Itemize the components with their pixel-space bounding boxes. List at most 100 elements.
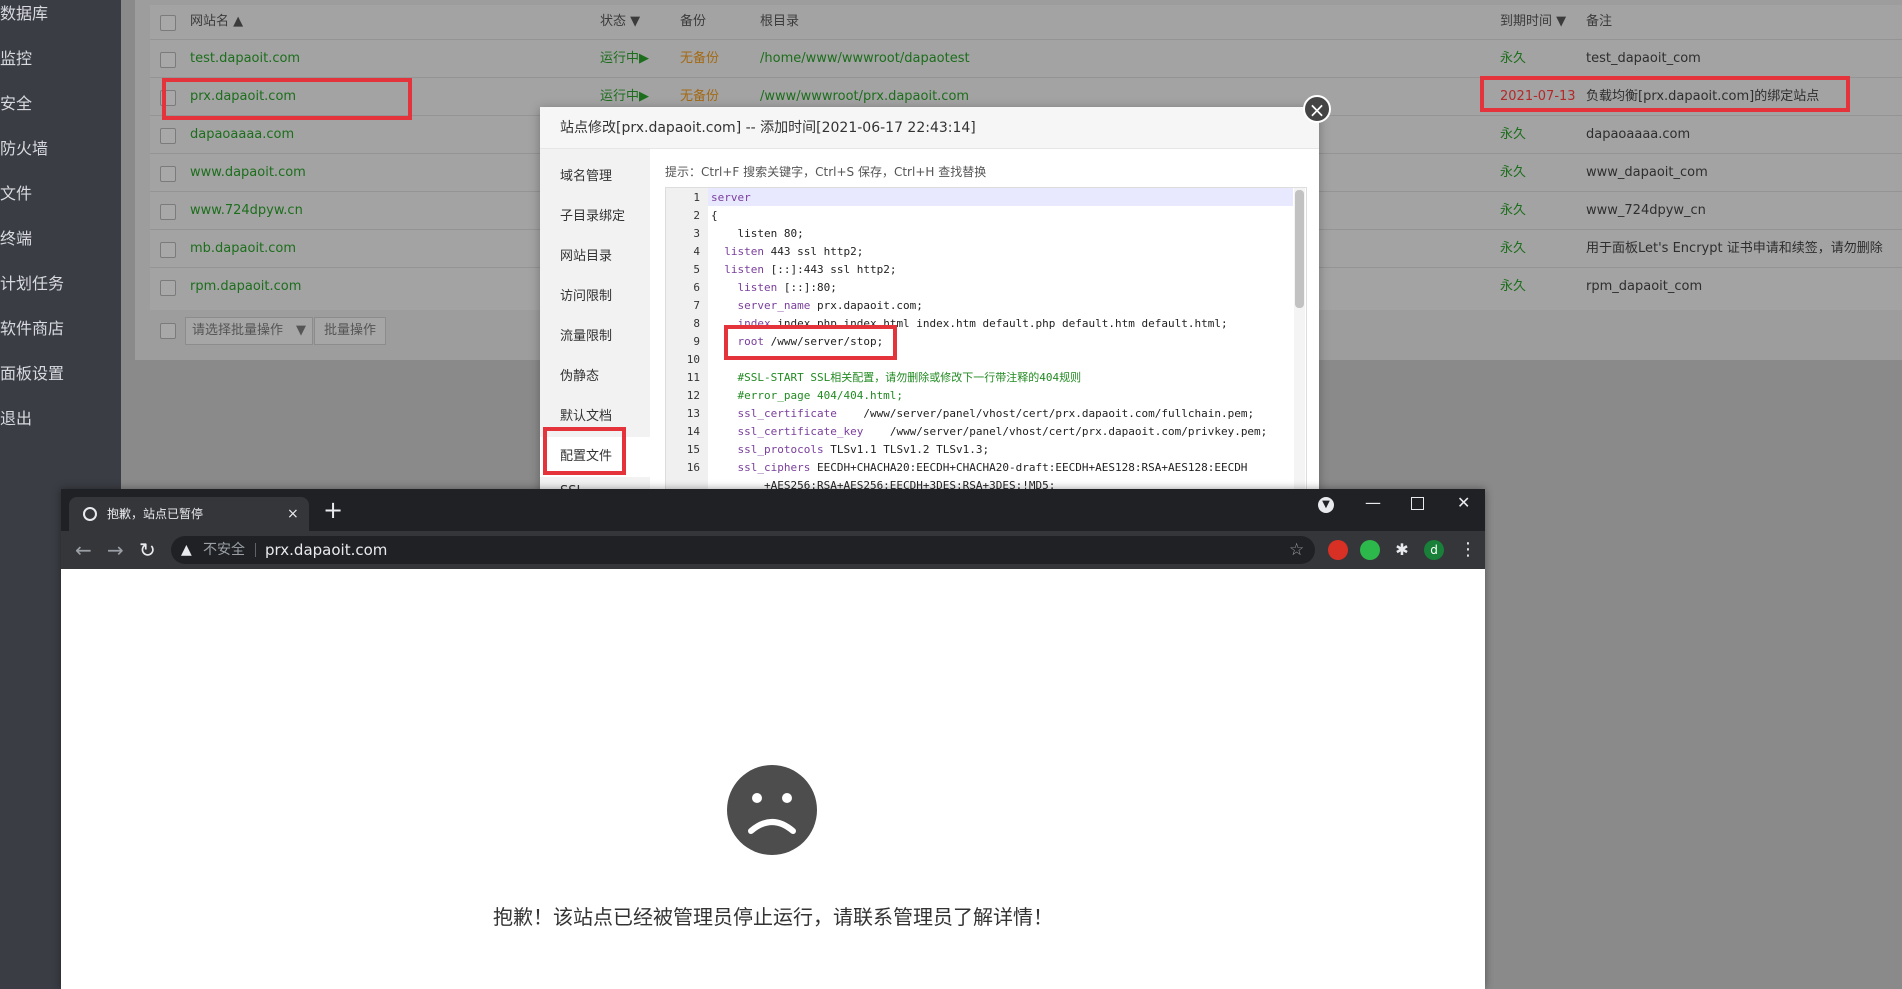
menu-item-site-dir[interactable]: 网站目录 <box>540 237 650 277</box>
site-name-link[interactable]: www.dapaoit.com <box>190 154 306 192</box>
extension-adblock-icon[interactable] <box>1328 540 1348 560</box>
line-number: 11 <box>686 371 700 384</box>
note-value[interactable]: www_724dpyw_cn <box>1586 192 1706 230</box>
bookmark-star-icon[interactable]: ☆ <box>1289 536 1304 564</box>
globe-icon <box>83 507 97 521</box>
menu-item-rewrite[interactable]: 伪静态 <box>540 357 650 397</box>
editor-scrollbar-thumb[interactable] <box>1295 190 1304 308</box>
window-close-icon[interactable]: ✕ <box>1457 493 1470 512</box>
batch-select-all-checkbox[interactable] <box>160 323 176 339</box>
code-line[interactable]: ssl_certificate /www/server/panel/vhost/… <box>711 405 1254 423</box>
sidebar-item-database[interactable]: 数据库 <box>0 0 121 34</box>
sidebar-item-monitor[interactable]: 监控 <box>0 39 121 79</box>
code-text: [::]:443 ssl http2; <box>763 263 897 276</box>
code-line[interactable]: #error_page 404/404.html; <box>711 387 903 405</box>
tab-search-icon[interactable]: ▼ <box>1318 497 1334 513</box>
sidebar-item-security[interactable]: 安全 <box>0 84 121 124</box>
sidebar-item-firewall[interactable]: 防火墙 <box>0 129 121 169</box>
status-running[interactable]: 运行中▶ <box>600 40 649 78</box>
warning-icon[interactable]: ▲ <box>181 536 192 564</box>
col-header-name[interactable]: 网站名 ▲ <box>190 5 243 39</box>
not-secure-label[interactable]: 不安全 <box>203 536 245 564</box>
row-checkbox[interactable] <box>160 128 176 144</box>
back-icon[interactable]: ← <box>75 531 92 569</box>
forward-icon[interactable]: → <box>107 531 124 569</box>
sort-asc-icon: ▲ <box>233 14 244 29</box>
code-text: [::]:80; <box>777 281 837 294</box>
code-line[interactable]: server_name prx.dapaoit.com; <box>711 297 922 315</box>
code-keyword: ssl_ciphers <box>711 461 811 474</box>
menu-item-domains[interactable]: 域名管理 <box>540 157 650 197</box>
expire-value[interactable]: 永久 <box>1500 154 1526 192</box>
row-checkbox[interactable] <box>160 204 176 220</box>
maximize-icon[interactable] <box>1411 497 1424 510</box>
site-name-link[interactable]: mb.dapaoit.com <box>190 230 296 268</box>
menu-item-access-limit[interactable]: 访问限制 <box>540 277 650 317</box>
code-text: /www/server/panel/vhost/cert/prx.dapaoit… <box>863 425 1268 438</box>
reload-icon[interactable]: ↻ <box>139 531 156 569</box>
sidebar-item-store[interactable]: 软件商店 <box>0 309 121 349</box>
code-keyword: ssl_certificate <box>711 407 837 420</box>
sidebar-item-settings[interactable]: 面板设置 <box>0 354 121 394</box>
code-line[interactable]: server <box>711 189 751 207</box>
code-text: #error_page 404/404.html; <box>711 389 904 402</box>
col-header-expire[interactable]: 到期时间 ▼ <box>1500 5 1566 39</box>
code-line[interactable]: listen 443 ssl http2; <box>711 243 863 261</box>
code-line[interactable]: listen [::]:80; <box>711 279 837 297</box>
dialog-close-button[interactable]: × <box>1303 95 1331 123</box>
note-value[interactable]: 用于面板Let's Encrypt 证书申请和续签，请勿删除 <box>1586 230 1883 268</box>
expire-value[interactable]: 永久 <box>1500 192 1526 230</box>
root-dir-link[interactable]: /home/www/wwwroot/dapaotest <box>760 40 970 78</box>
code-line[interactable]: listen [::]:443 ssl http2; <box>711 261 896 279</box>
minimize-icon[interactable]: — <box>1365 493 1381 512</box>
code-line[interactable]: ssl_ciphers EECDH+CHACHA20:EECDH+CHACHA2… <box>711 459 1247 477</box>
expire-value[interactable]: 永久 <box>1500 40 1526 78</box>
site-name-link[interactable]: dapaoaaaa.com <box>190 116 294 154</box>
row-checkbox[interactable] <box>160 242 176 258</box>
menu-item-traffic-limit[interactable]: 流量限制 <box>540 317 650 357</box>
expire-value[interactable]: 永久 <box>1500 230 1526 268</box>
row-checkbox[interactable] <box>160 166 176 182</box>
code-line[interactable]: #SSL-START SSL相关配置，请勿删除或修改下一行带注释的404规则 <box>711 369 1081 387</box>
sidebar-item-cron[interactable]: 计划任务 <box>0 264 121 304</box>
col-header-status[interactable]: 状态 ▼ <box>600 5 640 39</box>
code-line[interactable]: listen 80; <box>711 225 803 243</box>
line-number: 3 <box>693 227 700 240</box>
code-line[interactable]: ssl_certificate_key /www/server/panel/vh… <box>711 423 1267 441</box>
browser-menu-icon[interactable]: ⋮ <box>1459 531 1477 569</box>
tab-close-icon[interactable]: × <box>287 497 299 531</box>
new-tab-button[interactable]: + <box>323 495 343 525</box>
address-bar[interactable]: ▲ 不安全 prx.dapaoit.com ☆ <box>171 536 1315 564</box>
line-number: 1 <box>693 191 700 204</box>
code-keyword: server_name <box>711 299 811 312</box>
site-name-link[interactable]: rpm.dapaoit.com <box>190 268 301 306</box>
note-value[interactable]: www_dapaoit_com <box>1586 154 1708 192</box>
backup-link[interactable]: 无备份 <box>680 40 719 78</box>
col-header-root: 根目录 <box>760 14 800 29</box>
row-checkbox[interactable] <box>160 52 176 68</box>
url-text[interactable]: prx.dapaoit.com <box>265 536 387 564</box>
note-value[interactable]: test_dapaoit_com <box>1586 40 1701 78</box>
sidebar-item-files[interactable]: 文件 <box>0 174 121 214</box>
select-all-checkbox[interactable] <box>160 15 176 31</box>
batch-action-select[interactable]: 请选择批量操作 ▼ <box>185 317 313 345</box>
code-line[interactable]: { <box>711 207 718 225</box>
batch-action-button[interactable]: 批量操作 <box>314 317 386 345</box>
site-name-link[interactable]: test.dapaoit.com <box>190 40 300 78</box>
expire-value[interactable]: 永久 <box>1500 116 1526 154</box>
line-number: 16 <box>686 461 700 474</box>
expire-value[interactable]: 永久 <box>1500 268 1526 306</box>
dialog-title: 站点修改[prx.dapaoit.com] -- 添加时间[2021-06-17… <box>540 107 1319 149</box>
extension-evernote-icon[interactable] <box>1360 540 1380 560</box>
browser-tab[interactable]: 抱歉，站点已暂停 × <box>69 497 309 531</box>
extensions-puzzle-icon[interactable]: ✱ <box>1392 540 1412 560</box>
row-checkbox[interactable] <box>160 280 176 296</box>
note-value[interactable]: rpm_dapaoit_com <box>1586 268 1702 306</box>
sidebar-item-logout[interactable]: 退出 <box>0 399 121 439</box>
menu-item-subdir[interactable]: 子目录绑定 <box>540 197 650 237</box>
profile-avatar[interactable]: d <box>1424 540 1444 560</box>
sidebar-item-terminal[interactable]: 终端 <box>0 219 121 259</box>
site-name-link[interactable]: www.724dpyw.cn <box>190 192 303 230</box>
note-value[interactable]: dapaoaaaa.com <box>1586 116 1690 154</box>
code-line[interactable]: ssl_protocols TLSv1.1 TLSv1.2 TLSv1.3; <box>711 441 989 459</box>
